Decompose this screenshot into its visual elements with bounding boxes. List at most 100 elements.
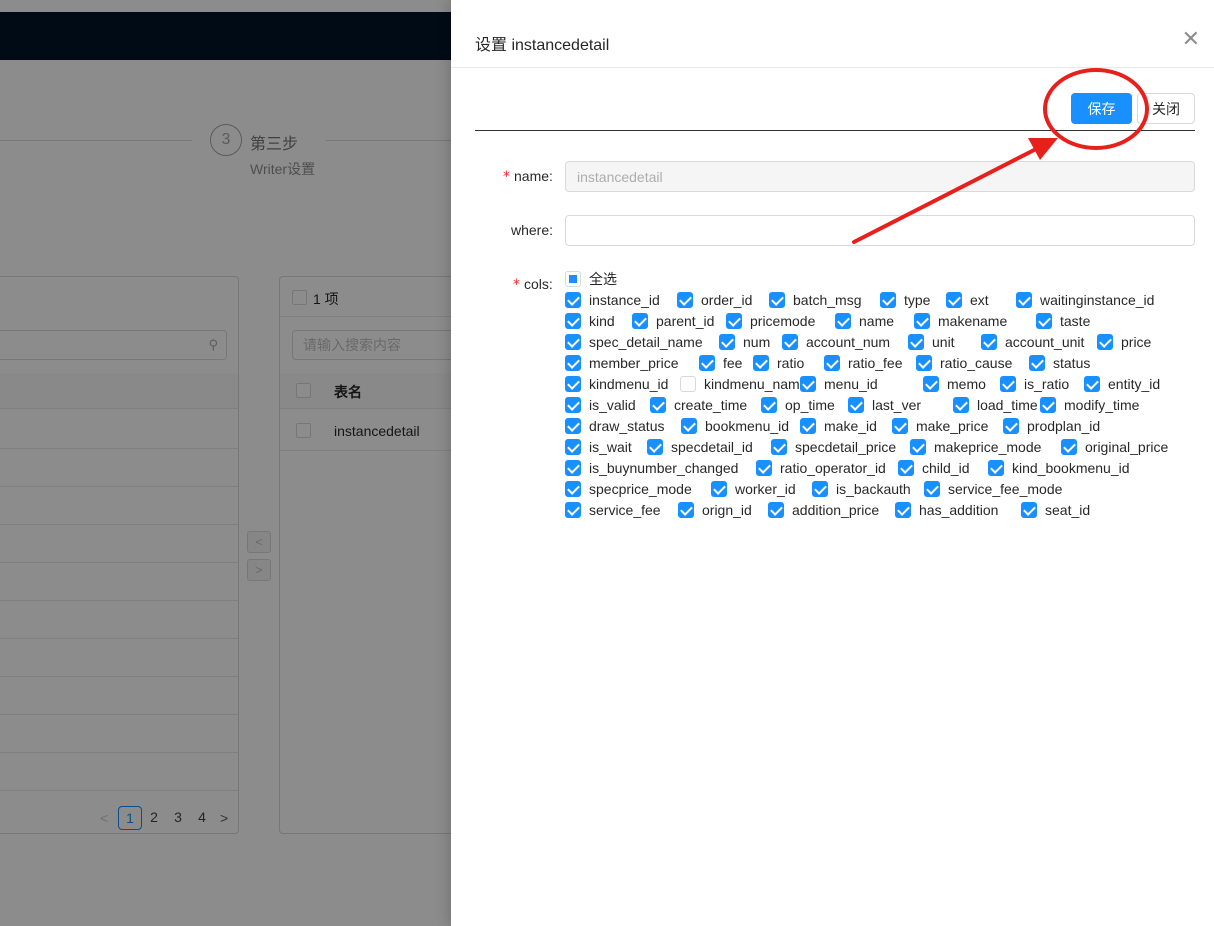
col-checkbox-label: op_time [785, 397, 835, 413]
checkbox-checked-icon [1029, 355, 1045, 371]
col-checkbox-label: ext [970, 292, 989, 308]
checkbox-checked-icon [880, 292, 896, 308]
col-checkbox-label: is_buynumber_changed [589, 460, 739, 476]
cols-field-label: * cols: [513, 276, 553, 293]
checkbox-checked-icon [678, 502, 694, 518]
col-checkbox-label: ratio_cause [940, 355, 1013, 371]
checkbox-checked-icon [647, 439, 663, 455]
checkbox-checked-icon [677, 292, 693, 308]
required-mark: * [513, 277, 520, 293]
checkbox-checked-icon [1084, 376, 1100, 392]
col-checkbox-label: is_ratio [1024, 376, 1070, 392]
col-checkbox-label: type [904, 292, 931, 308]
col-checkbox-label: make_price [916, 418, 989, 434]
col-checkbox-label: makename [938, 313, 1008, 329]
checkbox-checked-icon [1097, 334, 1113, 350]
select-all-label: 全选 [589, 271, 617, 287]
checkbox-checked-icon [711, 481, 727, 497]
col-checkbox-label: service_fee_mode [948, 481, 1063, 497]
col-checkbox-label: kind [589, 313, 615, 329]
name-field-label: * name: [503, 168, 553, 185]
checkbox-unchecked-icon [680, 376, 696, 392]
close-icon[interactable]: ✕ [1182, 28, 1200, 50]
col-checkbox-label: orign_id [702, 502, 752, 518]
checkbox-checked-icon [1036, 313, 1052, 329]
checkbox-checked-icon [565, 397, 581, 413]
col-checkbox-label: worker_id [735, 481, 796, 497]
checkbox-checked-icon [848, 397, 864, 413]
col-checkbox-label: bookmenu_id [705, 418, 790, 434]
col-checkbox-label: memo [947, 376, 986, 392]
checkbox-checked-icon [650, 397, 666, 413]
checkbox-checked-icon [756, 460, 772, 476]
checkbox-checked-icon [761, 397, 777, 413]
col-checkbox-label: child_id [922, 460, 970, 476]
col-checkbox-label: draw_status [589, 418, 665, 434]
where-input[interactable] [565, 215, 1195, 246]
col-checkbox-label: ratio_fee [848, 355, 903, 371]
col-checkbox-label: status [1053, 355, 1091, 371]
col-checkbox-label: pricemode [750, 313, 816, 329]
col-checkbox-label: entity_id [1108, 376, 1161, 392]
checkbox-checked-icon [916, 355, 932, 371]
name-input[interactable] [565, 161, 1195, 192]
col-checkbox-label: account_unit [1005, 334, 1085, 350]
checkbox-checked-icon [953, 397, 969, 413]
where-field-label: where: [511, 222, 554, 238]
col-checkbox-label: price [1121, 334, 1152, 350]
col-checkbox-label: spec_detail_name [589, 334, 703, 350]
checkbox-checked-icon [565, 439, 581, 455]
col-checkbox-label: num [743, 334, 771, 350]
col-checkbox-label: is_valid [589, 397, 636, 413]
checkbox-checked-icon [924, 481, 940, 497]
col-checkbox-label: service_fee [589, 502, 661, 518]
checkbox-checked-icon [768, 502, 784, 518]
col-checkbox-label: waitinginstance_id [1040, 292, 1155, 308]
checkbox-checked-icon [800, 418, 816, 434]
checkbox-checked-icon [988, 460, 1004, 476]
checkbox-checked-icon [981, 334, 997, 350]
col-checkbox-label: taste [1060, 313, 1091, 329]
checkbox-checked-icon [719, 334, 735, 350]
checkbox-checked-icon [565, 502, 581, 518]
col-checkbox-label: has_addition [919, 502, 999, 518]
col-checkbox-label: instance_id [589, 292, 660, 308]
col-checkbox-label: specdetail_price [795, 439, 897, 455]
checkbox-checked-icon [910, 439, 926, 455]
checkbox-checked-icon [914, 313, 930, 329]
col-checkbox-label: ratio [777, 355, 805, 371]
checkbox-checked-icon [1016, 292, 1032, 308]
col-checkbox-label: kindmenu_id [589, 376, 669, 392]
col-checkbox-label: load_time [977, 397, 1038, 413]
checkbox-checked-icon [782, 334, 798, 350]
close-button[interactable]: 关闭 [1137, 93, 1195, 124]
checkbox-checked-icon [908, 334, 924, 350]
col-checkbox-label: fee [723, 355, 743, 371]
col-checkbox-label: is_wait [589, 439, 632, 455]
col-checkbox-label: kind_bookmenu_id [1012, 460, 1130, 476]
col-checkbox-label: original_price [1085, 439, 1169, 455]
checkbox-checked-icon [835, 313, 851, 329]
save-button[interactable]: 保存 [1071, 93, 1132, 124]
checkbox-checked-icon [565, 376, 581, 392]
checkbox-checked-icon [812, 481, 828, 497]
col-checkbox-label: menu_id [824, 376, 878, 392]
col-checkbox-label: ratio_operator_id [780, 460, 886, 476]
checkbox-checked-icon [565, 481, 581, 497]
checkbox-checked-icon [726, 313, 742, 329]
col-checkbox-label: seat_id [1045, 502, 1091, 518]
col-checkbox-label: make_id [824, 418, 877, 434]
checkbox-checked-icon [1061, 439, 1077, 455]
checkbox-checked-icon [800, 376, 816, 392]
checkbox-checked-icon [565, 460, 581, 476]
col-checkbox-label: unit [932, 334, 955, 350]
col-checkbox-label: addition_price [792, 502, 880, 518]
col-checkbox-label: name [859, 313, 895, 329]
checkbox-checked-icon [1000, 376, 1016, 392]
settings-drawer: 设置 instancedetail ✕ 保存 关闭 *name: where: … [451, 0, 1214, 926]
drawer-header: 设置 instancedetail ✕ [451, 0, 1214, 68]
col-checkbox-label: order_id [701, 292, 753, 308]
col-checkbox-label: modify_time [1064, 397, 1140, 413]
checkbox-checked-icon [699, 355, 715, 371]
col-checkbox-label: create_time [674, 397, 748, 413]
